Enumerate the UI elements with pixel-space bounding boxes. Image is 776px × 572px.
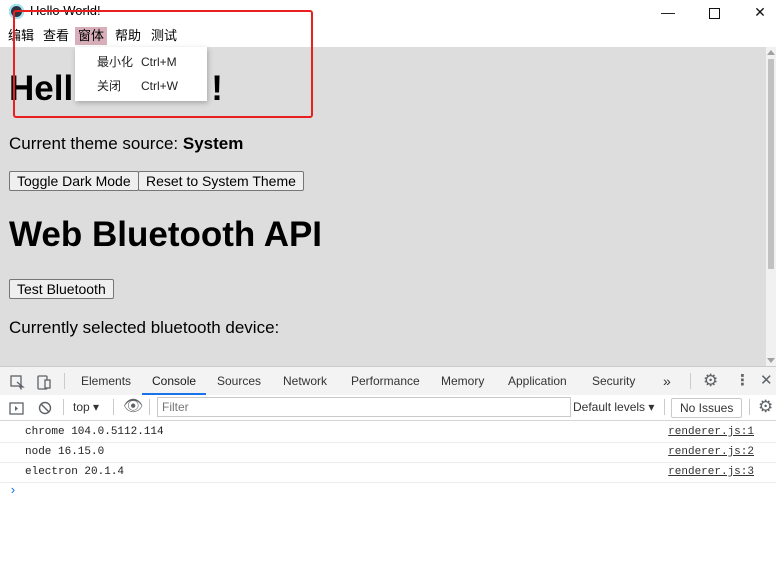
console-log-row: electron 20.1.4 renderer.js:3 — [0, 462, 776, 483]
toggle-dark-mode-button[interactable]: Toggle Dark Mode — [9, 171, 139, 191]
scroll-up-arrow-icon[interactable] — [767, 50, 775, 55]
maximize-icon — [708, 7, 720, 19]
inspect-element-icon[interactable] — [10, 367, 25, 395]
theme-source-line: Current theme source: System — [9, 134, 243, 154]
console-prompt-icon[interactable]: › — [9, 483, 17, 498]
log-source-link[interactable]: renderer.js:2 — [668, 442, 754, 462]
context-selector[interactable]: top ▾ — [73, 395, 99, 420]
log-source-link[interactable]: renderer.js:3 — [668, 462, 754, 482]
console-toolbar: top ▾ 👁 Default levels ▾ No Issues ⚙ — [0, 395, 776, 421]
toolbar-divider — [149, 399, 150, 415]
tab-application[interactable]: Application — [508, 367, 567, 395]
log-message: electron 20.1.4 — [25, 466, 125, 478]
clear-console-icon[interactable] — [38, 393, 52, 421]
theme-source-label: Current theme source: — [9, 134, 183, 153]
more-tabs-icon[interactable]: » — [663, 367, 671, 395]
close-devtools-icon[interactable]: ✕ — [760, 367, 773, 395]
bluetooth-device-label: Currently selected bluetooth device: — [9, 318, 280, 337]
theme-source-value: System — [182, 134, 244, 153]
toolbar-divider — [113, 399, 114, 415]
highlight-annotation-box — [13, 10, 313, 118]
toolbar-divider — [690, 373, 691, 389]
toolbar-divider — [749, 399, 750, 415]
live-expression-eye-icon[interactable]: 👁 — [123, 393, 143, 421]
dropdown-arrow-icon: ▾ — [648, 400, 655, 414]
maximize-button[interactable] — [691, 0, 737, 24]
toolbar-divider — [63, 399, 64, 415]
settings-gear-icon[interactable]: ⚙ — [703, 367, 718, 395]
log-levels-label: Default levels — [573, 400, 646, 414]
reset-system-theme-button[interactable]: Reset to System Theme — [138, 171, 304, 191]
console-settings-gear-icon[interactable]: ⚙ — [758, 393, 773, 421]
console-log-row: chrome 104.0.5112.114 renderer.js:1 — [0, 422, 776, 443]
log-levels-dropdown[interactable]: Default levels ▾ — [573, 395, 654, 420]
console-log-row: node 16.15.0 renderer.js:2 — [0, 442, 776, 463]
tab-elements[interactable]: Elements — [81, 367, 131, 395]
scroll-thumb[interactable] — [768, 59, 774, 269]
dropdown-arrow-icon: ▾ — [93, 400, 100, 414]
toolbar-divider — [64, 373, 65, 389]
issues-button[interactable]: No Issues — [671, 398, 743, 418]
web-bluetooth-heading: Web Bluetooth API — [9, 215, 323, 254]
tab-memory[interactable]: Memory — [441, 367, 484, 395]
log-source-link[interactable]: renderer.js:1 — [668, 422, 754, 442]
minimize-button[interactable]: — — [645, 0, 691, 24]
more-options-icon[interactable]: ⋮ — [735, 367, 750, 395]
scroll-down-arrow-icon[interactable] — [767, 358, 775, 363]
show-sidebar-icon[interactable] — [9, 393, 24, 421]
log-message: chrome 104.0.5112.114 — [25, 426, 164, 438]
tab-security[interactable]: Security — [592, 367, 635, 395]
console-filter-input[interactable] — [157, 397, 571, 417]
devtools-toolbar: Elements Console Sources Network Perform… — [0, 366, 776, 396]
tab-performance[interactable]: Performance — [351, 367, 420, 395]
test-bluetooth-button[interactable]: Test Bluetooth — [9, 279, 114, 299]
context-value: top — [73, 400, 90, 414]
tab-sources[interactable]: Sources — [217, 367, 261, 395]
close-button[interactable]: ✕ — [737, 0, 776, 24]
page-scrollbar[interactable] — [766, 47, 776, 366]
device-toolbar-icon[interactable] — [36, 367, 51, 395]
tab-network[interactable]: Network — [283, 367, 327, 395]
log-message: node 16.15.0 — [25, 446, 105, 458]
tab-console[interactable]: Console — [142, 367, 207, 395]
toolbar-divider — [664, 399, 665, 415]
